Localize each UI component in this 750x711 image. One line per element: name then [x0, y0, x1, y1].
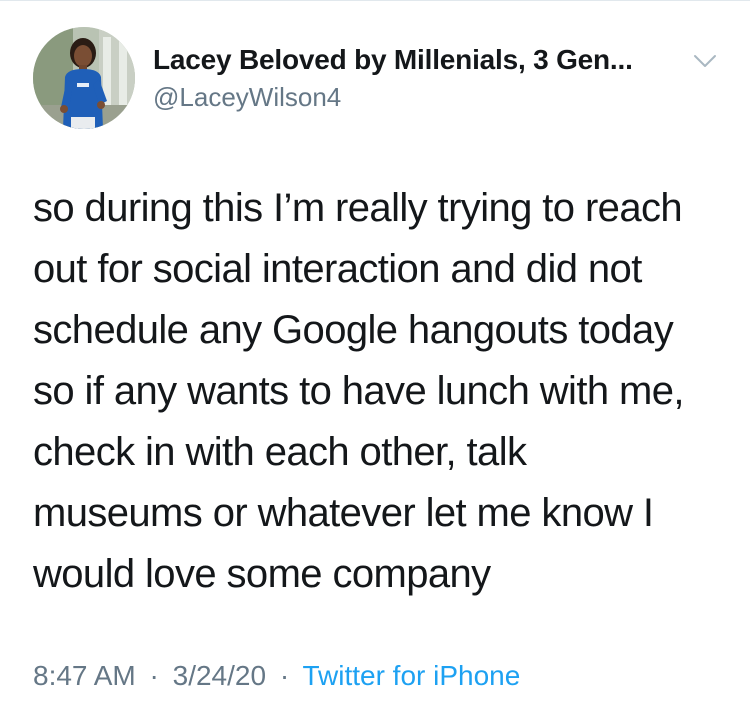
tweet-line: so during this I’m really trying to reac…	[33, 186, 683, 230]
user-handle[interactable]: @LaceyWilson4	[153, 82, 341, 113]
tweet-time[interactable]: 8:47 AM	[33, 660, 136, 691]
avatar[interactable]	[33, 27, 135, 129]
tweet-text: so during this I’m really trying to reac…	[33, 178, 723, 605]
tweet-source-link[interactable]: Twitter for iPhone	[302, 660, 520, 691]
tweet-line: schedule any Google hangouts today	[33, 308, 674, 352]
tweet-line: out for social interaction and did not	[33, 247, 642, 291]
tweet-line: check in with each other, talk	[33, 430, 527, 474]
tweet-meta: 8:47 AM · 3/24/20 · Twitter for iPhone	[33, 660, 520, 692]
tweet-line: museums or whatever let me know I	[33, 491, 654, 535]
meta-separator: ·	[149, 660, 159, 691]
tweet-date[interactable]: 3/24/20	[173, 660, 266, 691]
tweet-line: so if any wants to have lunch with me,	[33, 369, 684, 413]
chevron-down-icon[interactable]	[692, 52, 718, 70]
top-divider	[0, 0, 750, 1]
display-name[interactable]: Lacey Beloved by Millenials, 3 Gen...	[153, 44, 633, 76]
profile-photo-icon	[33, 27, 135, 129]
tweet-line: would love some company	[33, 552, 491, 596]
meta-separator: ·	[279, 660, 290, 691]
